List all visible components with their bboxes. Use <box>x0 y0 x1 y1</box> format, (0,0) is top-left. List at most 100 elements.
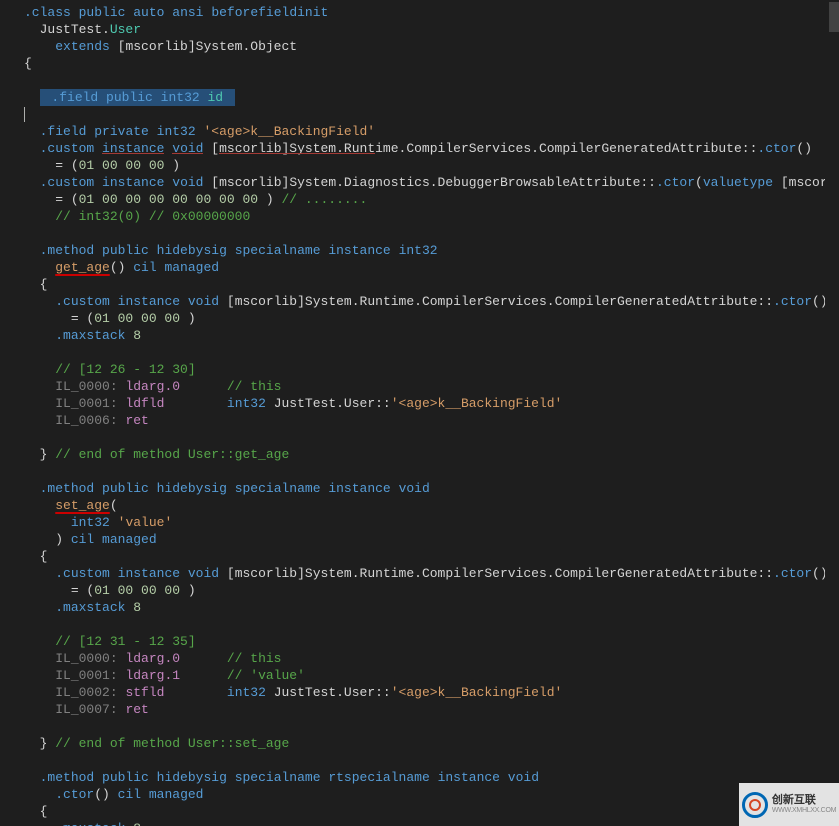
token-keyword: int32 <box>161 90 200 105</box>
token-keyword: managed <box>164 260 219 275</box>
token-comment: // 'value' <box>227 668 305 683</box>
token-dotkeyword: .method <box>40 770 95 785</box>
token-punct: = ( <box>71 311 94 326</box>
code-line[interactable]: IL_0007: ret <box>24 701 839 718</box>
token-punct: [ <box>773 175 789 190</box>
code-line[interactable]: .maxstack 8 <box>24 327 839 344</box>
code-line[interactable]: IL_0006: ret <box>24 412 839 429</box>
code-line[interactable] <box>24 344 839 361</box>
token-keyword: hidebysig <box>157 481 227 496</box>
code-line[interactable]: = (01 00 00 00 00 00 00 00 ) // ........ <box>24 191 839 208</box>
code-line[interactable] <box>24 72 839 89</box>
token-punct: ) <box>180 583 196 598</box>
token-comment: // end of method User::set_age <box>55 736 289 751</box>
code-line[interactable]: IL_0001: ldarg.1 // 'value' <box>24 667 839 684</box>
code-line[interactable]: { <box>24 55 839 72</box>
code-line[interactable]: // [12 26 - 12 30] <box>24 361 839 378</box>
token-punct <box>180 379 227 394</box>
watermark-cn: 创新互联 <box>772 795 836 807</box>
token-punct: mscorlib <box>219 175 281 190</box>
code-line[interactable] <box>24 106 839 123</box>
code-line[interactable]: .field public int32 id <box>24 89 839 106</box>
code-line[interactable]: // [12 31 - 12 35] <box>24 633 839 650</box>
code-line[interactable]: .class public auto ansi beforefieldinit <box>24 4 839 21</box>
token-string: '<age>k__BackingField' <box>203 124 375 139</box>
code-line[interactable]: // int32(0) // 0x00000000 <box>24 208 839 225</box>
token-keyword: specialname <box>235 481 321 496</box>
token-number: 8 <box>133 328 141 343</box>
code-line[interactable] <box>24 718 839 735</box>
token-keyword: int32 <box>399 243 438 258</box>
token-comment: // end of method User::get_age <box>55 447 289 462</box>
code-line[interactable]: IL_0001: ldfld int32 JustTest.User::'<ag… <box>24 395 839 412</box>
code-line[interactable]: { <box>24 276 839 293</box>
code-line[interactable]: .custom instance void [mscorlib]System.D… <box>24 174 839 191</box>
code-line[interactable]: set_age( <box>24 497 839 514</box>
token-dotkeyword: .maxstack <box>55 821 125 826</box>
code-line[interactable]: = (01 00 00 00 ) <box>24 157 839 174</box>
token-punct: { <box>24 56 32 71</box>
token-keyword: cil <box>133 260 156 275</box>
vertical-scrollbar[interactable] <box>825 0 839 826</box>
code-line[interactable]: .maxstack 8 <box>24 599 839 616</box>
token-keyword: beforefieldinit <box>211 5 328 20</box>
code-line[interactable]: .custom instance void [mscorlib]System.R… <box>24 140 839 157</box>
code-line[interactable] <box>24 463 839 480</box>
token-punct <box>110 294 118 309</box>
token-keyword: instance <box>328 243 390 258</box>
code-line[interactable]: .method public hidebysig specialname ins… <box>24 242 839 259</box>
token-punct: = ( <box>71 583 94 598</box>
code-line[interactable]: .method public hidebysig specialname ins… <box>24 480 839 497</box>
code-line[interactable]: IL_0000: ldarg.0 // this <box>24 650 839 667</box>
token-keyword: int32 <box>227 685 266 700</box>
code-line[interactable]: int32 'value' <box>24 514 839 531</box>
code-line[interactable] <box>24 616 839 633</box>
token-punct: [ <box>219 294 235 309</box>
code-line[interactable]: .ctor() cil managed <box>24 786 839 803</box>
code-line[interactable]: get_age() cil managed <box>24 259 839 276</box>
code-line[interactable] <box>24 225 839 242</box>
code-line[interactable]: .custom instance void [mscorlib]System.R… <box>24 293 839 310</box>
code-line[interactable]: } // end of method User::set_age <box>24 735 839 752</box>
code-line[interactable]: IL_0000: ldarg.0 // this <box>24 378 839 395</box>
code-editor[interactable]: .class public auto ansi beforefieldinit … <box>0 0 839 826</box>
token-method: set_age <box>55 498 110 513</box>
code-line[interactable]: { <box>24 803 839 820</box>
token-keyword: auto <box>133 5 164 20</box>
token-comment: // ........ <box>281 192 367 207</box>
token-punct <box>180 566 188 581</box>
token-keyword: void <box>172 175 203 190</box>
code-line[interactable]: IL_0002: stfld int32 JustTest.User::'<ag… <box>24 684 839 701</box>
code-line[interactable]: ) cil managed <box>24 531 839 548</box>
token-keyword: managed <box>102 532 157 547</box>
token-punct <box>149 770 157 785</box>
token-identifier: .ctor <box>757 141 796 156</box>
token-keyword: cil <box>71 532 94 547</box>
code-line[interactable]: JustTest.User <box>24 21 839 38</box>
code-line[interactable]: .field private int32 '<age>k__BackingFie… <box>24 123 839 140</box>
code-line[interactable]: = (01 00 00 00 ) <box>24 582 839 599</box>
code-line[interactable]: .maxstack 8 <box>24 820 839 826</box>
watermark-icon <box>742 792 768 818</box>
token-punct <box>149 481 157 496</box>
code-line[interactable]: .method public hidebysig specialname rts… <box>24 769 839 786</box>
token-punct: JustTest.User:: <box>266 396 391 411</box>
token-string: '<age>k__BackingField' <box>391 396 563 411</box>
code-line[interactable] <box>24 752 839 769</box>
code-line[interactable]: .custom instance void [mscorlib]System.R… <box>24 565 839 582</box>
token-punct <box>164 685 226 700</box>
code-line[interactable]: } // end of method User::get_age <box>24 446 839 463</box>
token-punct: [ <box>203 141 219 156</box>
token-number: 01 00 00 00 <box>94 583 180 598</box>
token-dotkeyword: .custom <box>40 141 95 156</box>
code-line[interactable]: extends [mscorlib]System.Object <box>24 38 839 55</box>
token-punct: () <box>796 141 812 156</box>
code-line[interactable]: { <box>24 548 839 565</box>
token-keyword: instance <box>328 481 390 496</box>
token-comment: // [12 26 - 12 30] <box>55 362 195 377</box>
code-line[interactable] <box>24 429 839 446</box>
token-keyword: void <box>188 294 219 309</box>
token-punct <box>94 481 102 496</box>
code-line[interactable]: = (01 00 00 00 ) <box>24 310 839 327</box>
scrollbar-thumb[interactable] <box>829 2 839 32</box>
